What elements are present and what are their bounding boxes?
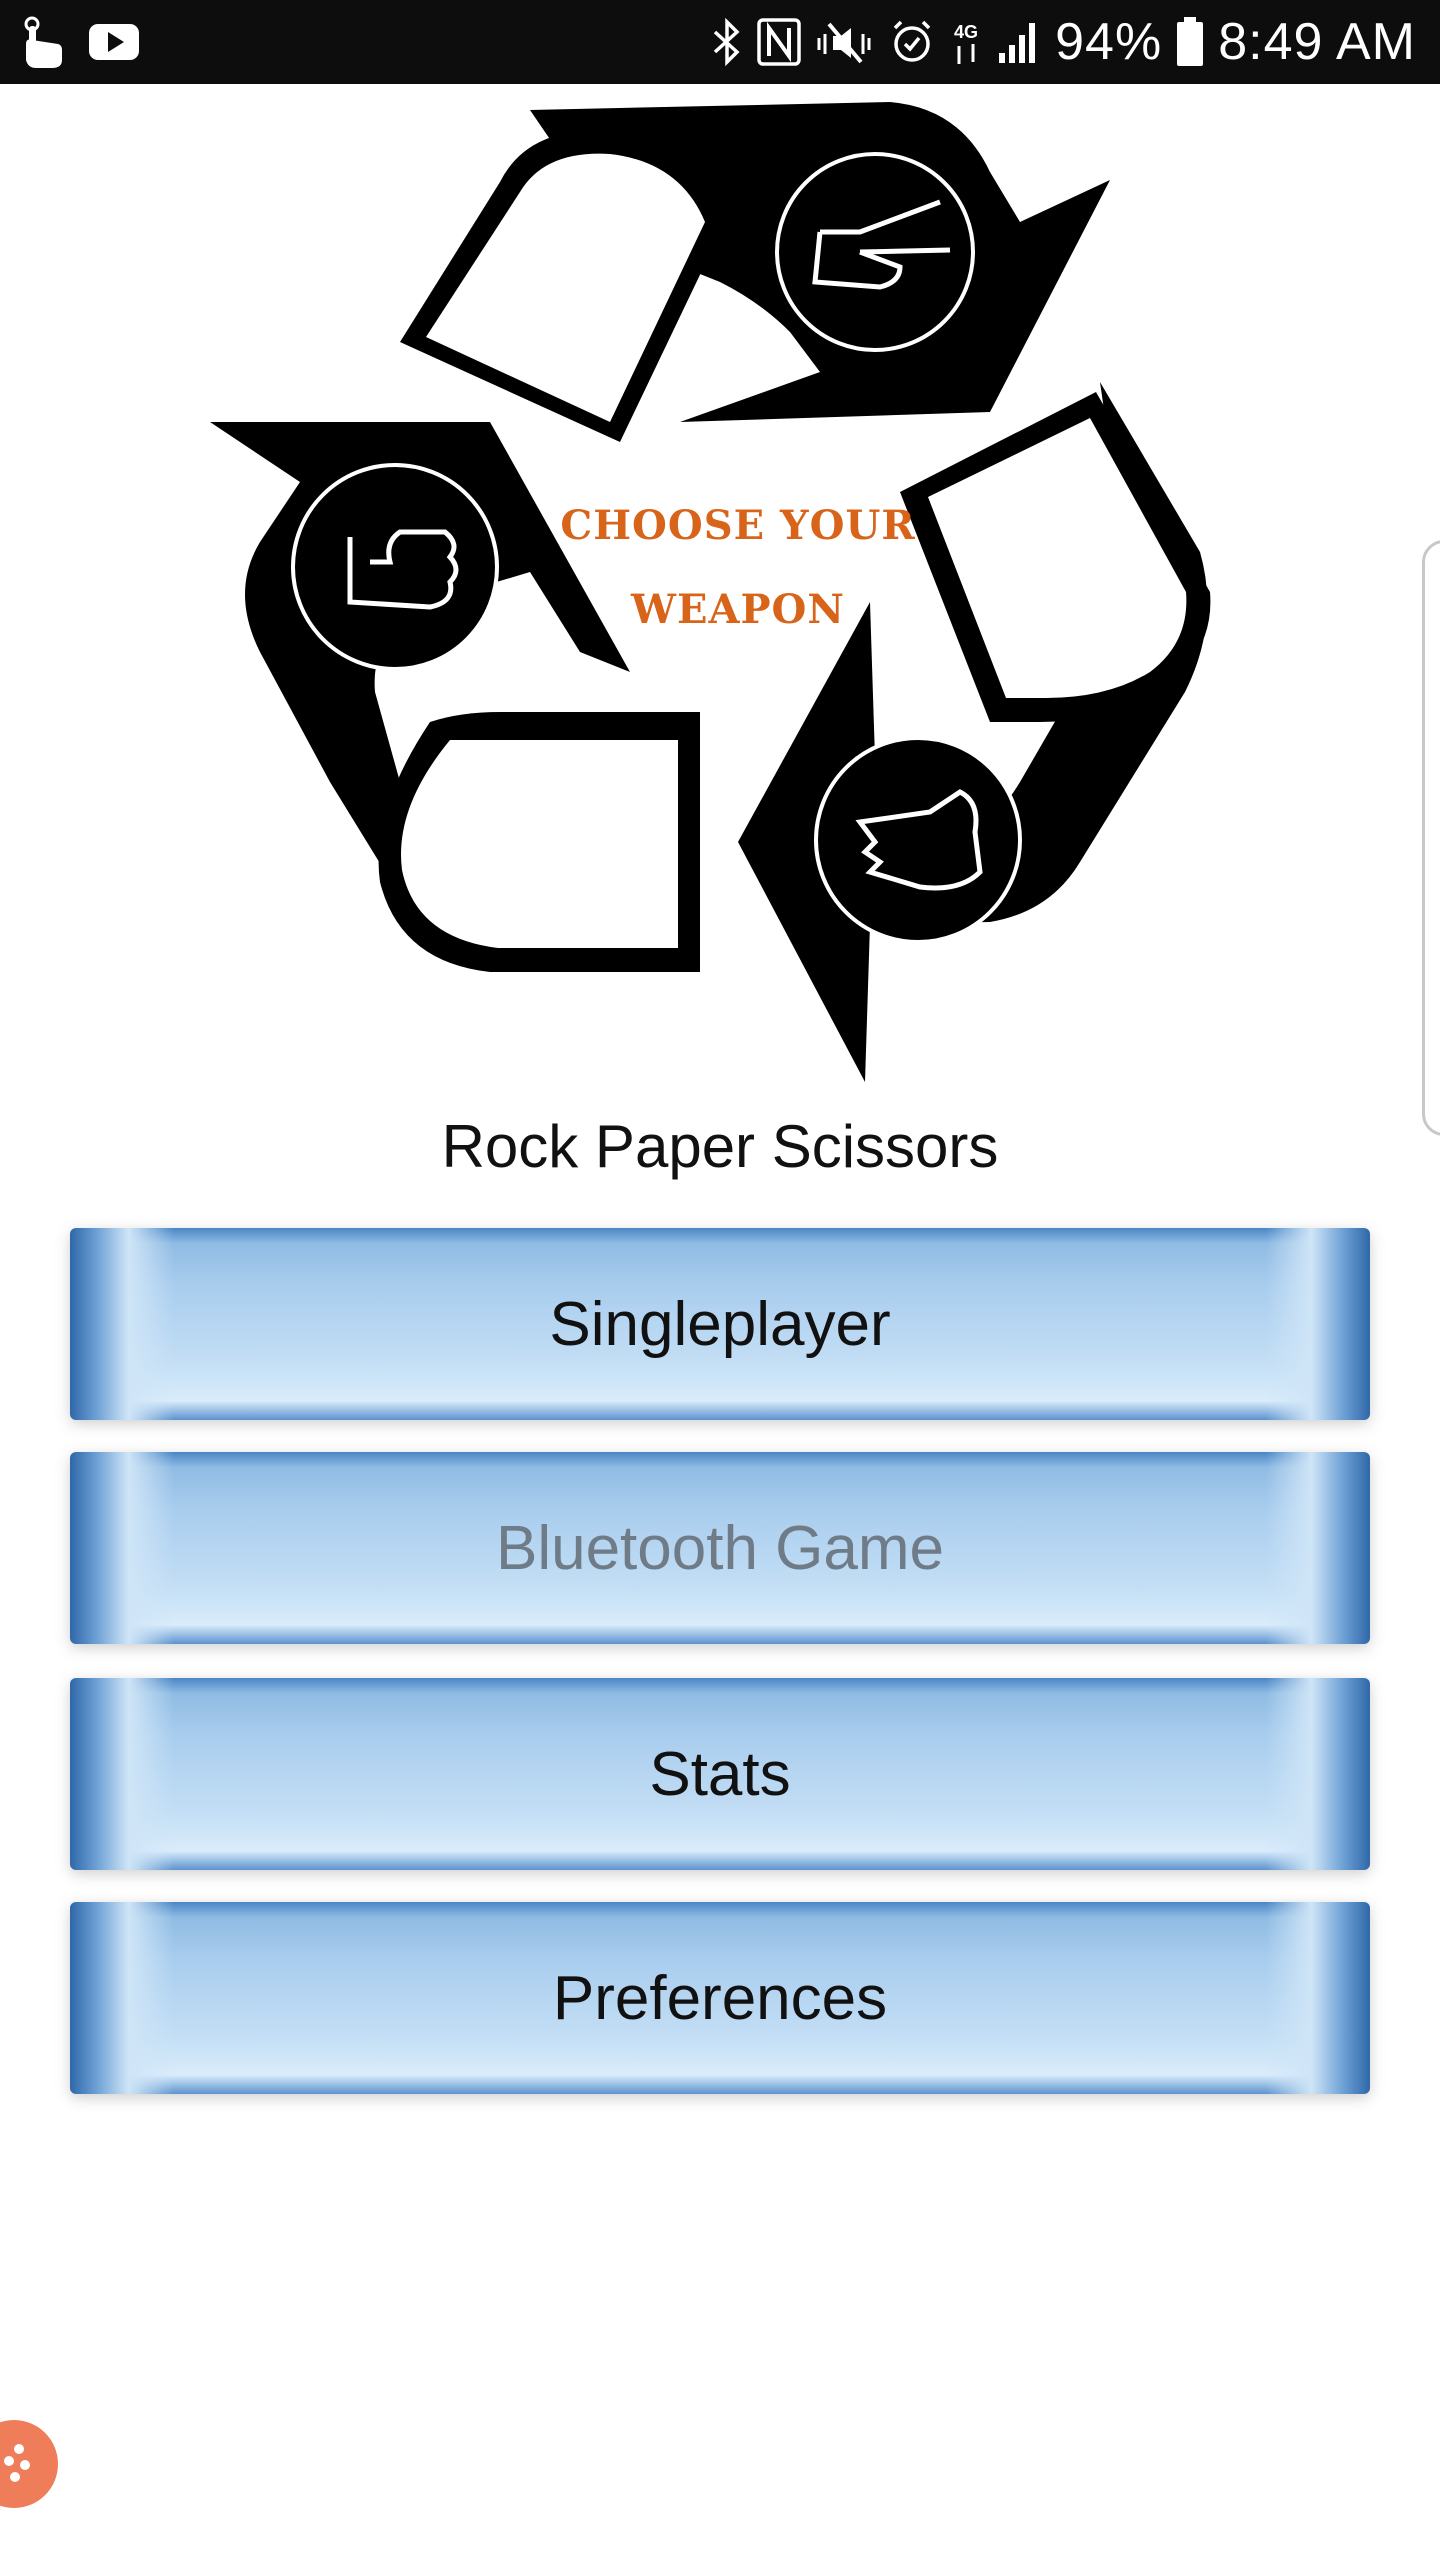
battery-percent: 94% xyxy=(1055,13,1163,71)
alarm-icon xyxy=(889,18,935,66)
mute-icon xyxy=(815,18,875,66)
touch-gesture-icon xyxy=(18,14,66,70)
bluetooth-game-button-label: Bluetooth Game xyxy=(495,1513,945,1583)
youtube-icon xyxy=(88,22,140,62)
stats-button[interactable]: Stats xyxy=(70,1678,1370,1870)
dots-icon xyxy=(4,2444,30,2482)
logo-caption-line2: WEAPON xyxy=(631,586,845,633)
status-time: 8:49 AM xyxy=(1218,13,1416,71)
bluetooth-game-button[interactable]: Bluetooth Game xyxy=(70,1452,1370,1644)
scissors-hand-icon xyxy=(775,152,975,352)
edge-panel-handle[interactable] xyxy=(1422,540,1440,1136)
preferences-button-label: Preferences xyxy=(552,1963,888,2033)
data-transfer-icon: 4G xyxy=(949,16,983,68)
battery-icon xyxy=(1176,17,1204,67)
singleplayer-button-label: Singleplayer xyxy=(549,1289,891,1359)
status-bar-right: 4G 94% 8:49 AM xyxy=(711,8,1416,76)
stats-button-label: Stats xyxy=(649,1739,791,1809)
status-bar: 4G 94% 8:49 AM xyxy=(0,0,1440,84)
singleplayer-button[interactable]: Singleplayer xyxy=(70,1228,1370,1420)
signal-icon xyxy=(997,19,1041,65)
app-screen: 4G 94% 8:49 AM CHOOSE YOUR WEAPON Rock P… xyxy=(0,0,1440,2560)
svg-text:4G: 4G xyxy=(954,22,978,42)
paper-hand-icon xyxy=(814,736,1022,944)
floating-app-bubble[interactable] xyxy=(0,2420,58,2508)
app-title: Rock Paper Scissors xyxy=(441,1113,999,1180)
rock-fist-icon xyxy=(291,463,499,671)
bluetooth-icon xyxy=(711,18,743,66)
preferences-button[interactable]: Preferences xyxy=(70,1902,1370,2094)
logo-caption-line1: CHOOSE YOUR xyxy=(560,502,916,549)
status-bar-left xyxy=(18,14,140,70)
choose-weapon-logo: CHOOSE YOUR WEAPON xyxy=(200,92,1240,1082)
nfc-icon xyxy=(757,18,801,66)
